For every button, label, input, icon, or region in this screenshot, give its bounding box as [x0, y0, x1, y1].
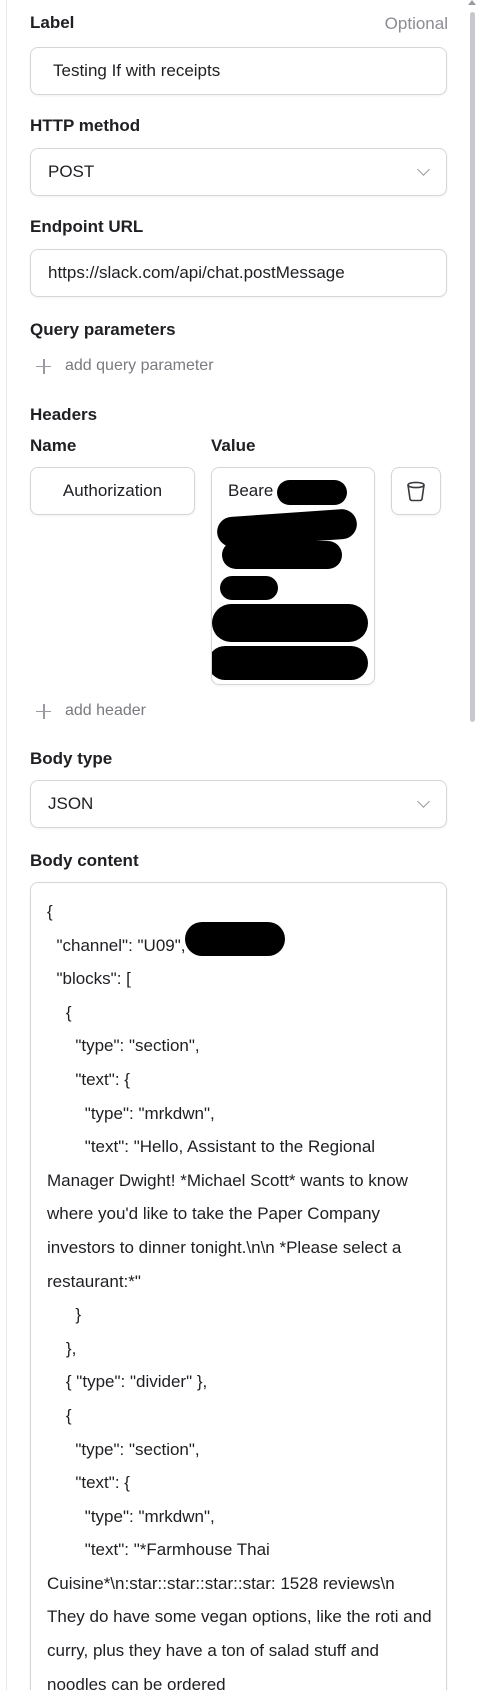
body-content-editor[interactable]: { "channel": "U09", "blocks": [ { "type"… [30, 882, 447, 1690]
optional-hint: Optional [384, 14, 448, 33]
redaction-mark [212, 604, 368, 642]
body-type-select[interactable]: JSON [30, 780, 447, 828]
redaction-mark [222, 541, 342, 569]
http-method-value: POST [48, 162, 95, 181]
http-method-title: HTTP method [30, 116, 141, 135]
plus-icon [36, 703, 51, 719]
http-method-select[interactable]: POST [30, 148, 447, 196]
http-request-form: Label Optional Testing If with receipts … [0, 0, 478, 1690]
add-header-button[interactable]: add header [36, 702, 146, 720]
body-type-title: Body type [30, 749, 113, 768]
header-name-input[interactable]: Authorization [30, 467, 195, 515]
endpoint-url-title: Endpoint URL [30, 217, 144, 236]
label-title: Label [30, 13, 75, 32]
headers-title: Headers [30, 405, 98, 424]
trash-icon [407, 481, 425, 502]
redaction-mark [220, 576, 278, 600]
delete-header-button[interactable] [391, 467, 441, 515]
body-content-title: Body content [30, 851, 139, 870]
redaction-mark [277, 480, 347, 505]
endpoint-url-input[interactable]: https://slack.com/api/chat.postMessage [30, 249, 447, 297]
redaction-mark [212, 646, 368, 680]
body-content-text: { "channel": "U09", "blocks": [ { "type"… [47, 902, 432, 1690]
plus-icon [36, 358, 51, 374]
header-name-value: Authorization [62, 481, 163, 500]
header-name-column: Name [30, 436, 77, 455]
add-query-parameter-label: add query parameter [65, 357, 214, 374]
panel-divider [6, 0, 7, 1690]
label-input[interactable]: Testing If with receipts [30, 47, 447, 95]
scrollbar[interactable] [466, 0, 478, 1690]
add-header-label: add header [65, 702, 146, 719]
chevron-down-icon [417, 163, 430, 176]
scrollbar-thumb[interactable] [470, 12, 475, 722]
body-type-value: JSON [48, 794, 94, 813]
chevron-down-icon [417, 795, 430, 808]
redaction-mark [185, 922, 285, 956]
header-value-text: Beare [228, 481, 274, 500]
scroll-up-arrow-icon[interactable] [468, 0, 476, 5]
endpoint-url-value: https://slack.com/api/chat.postMessage [48, 263, 345, 282]
add-query-parameter-button[interactable]: add query parameter [36, 357, 214, 375]
label-input-value: Testing If with receipts [53, 61, 221, 80]
header-value-input[interactable]: Beare [211, 467, 375, 685]
header-value-column: Value [211, 436, 256, 455]
query-parameters-title: Query parameters [30, 320, 176, 339]
